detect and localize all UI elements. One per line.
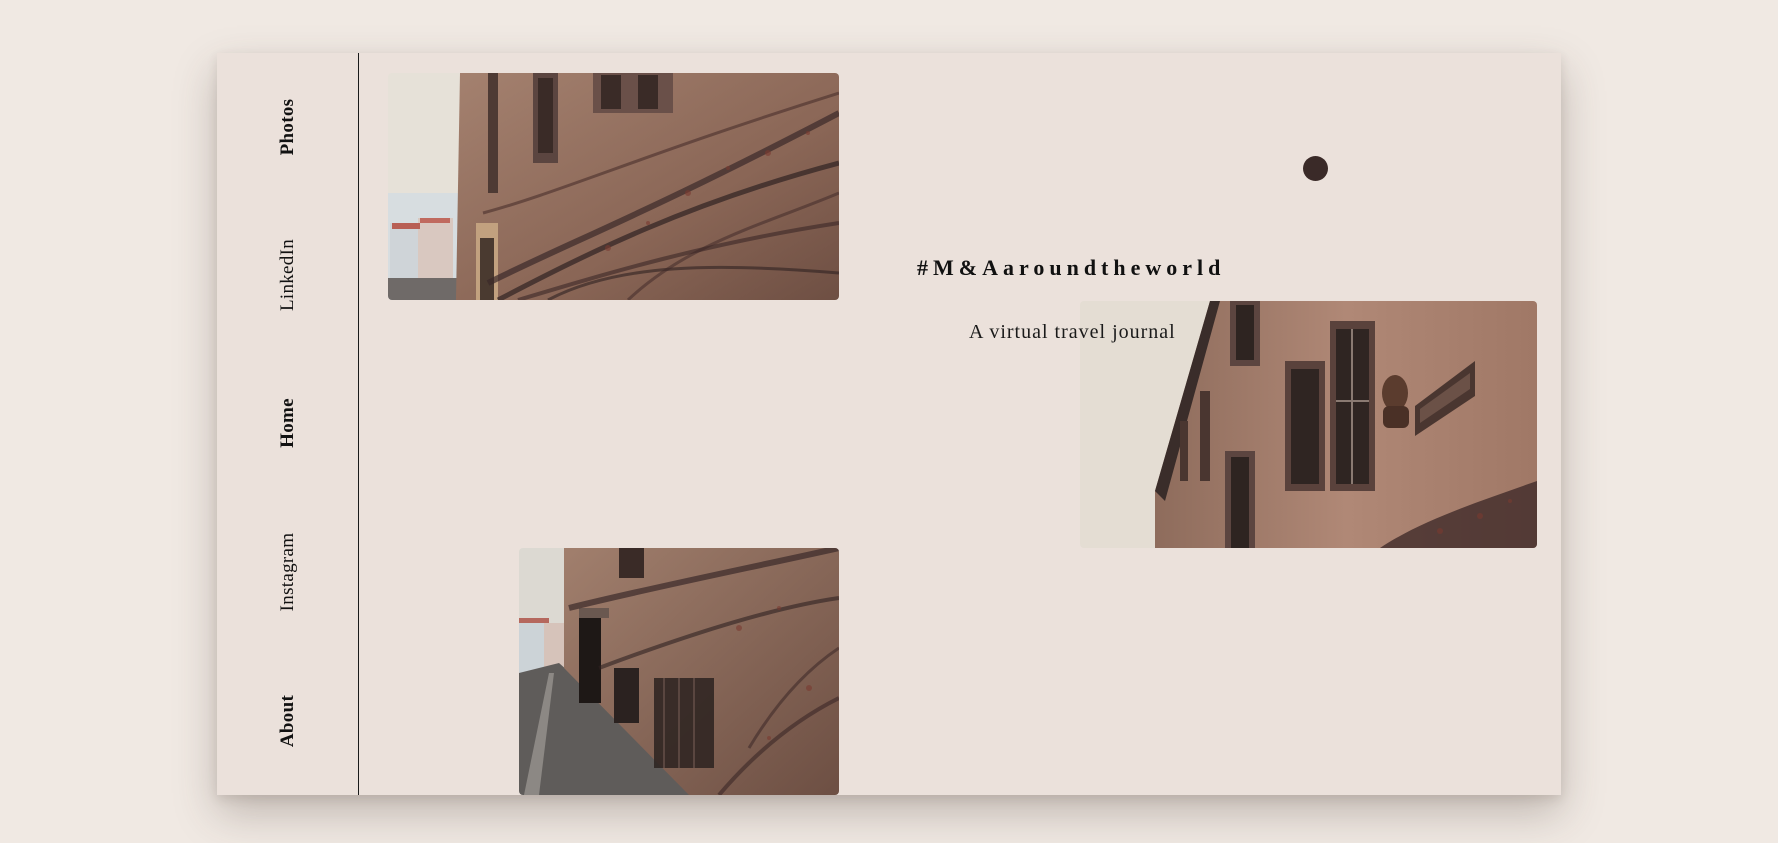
photo-cobblestone-street xyxy=(519,548,839,795)
hero-subtitle: A virtual travel journal xyxy=(969,321,1176,343)
accent-dot xyxy=(1303,156,1328,181)
photo-ivy-building xyxy=(388,73,839,300)
nav-link-photos[interactable]: Photos xyxy=(277,99,299,156)
nav-link-about[interactable]: About xyxy=(277,695,299,747)
page-card: Photos LinkedIn Home Instagram About #M&… xyxy=(217,53,1561,795)
photo-cobblestone-street-image xyxy=(519,548,839,795)
sidebar-nav: Photos LinkedIn Home Instagram About xyxy=(217,53,359,795)
photo-ivy-building-image xyxy=(388,73,839,300)
nav-link-instagram[interactable]: Instagram xyxy=(277,533,299,612)
hero-hashtag-title: #M&Aaroundtheworld xyxy=(917,255,1226,280)
nav-link-home[interactable]: Home xyxy=(277,398,299,448)
nav-link-linkedin[interactable]: LinkedIn xyxy=(277,239,299,311)
